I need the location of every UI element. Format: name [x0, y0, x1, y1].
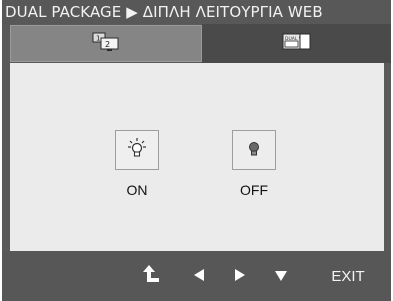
left-button[interactable]	[191, 265, 207, 287]
svg-text:2: 2	[105, 40, 110, 49]
tab-dual-package[interactable]: 1 2	[10, 25, 202, 62]
menu-title-bar: DUAL PACKAGE ▶ ΔΙΠΛΗ ΛΕΙΤΟΥΡΓΙΑ WEB	[2, 0, 391, 24]
option-off-label: OFF	[240, 182, 268, 198]
tab-bar: 1 2 DUAL WEB	[2, 24, 391, 63]
option-on[interactable]: ON	[102, 130, 172, 198]
exit-button[interactable]: EXIT	[328, 265, 368, 287]
option-off[interactable]: OFF	[219, 130, 289, 198]
tab-dual-web[interactable]: DUAL WEB	[202, 24, 391, 63]
button-bar: EXIT	[2, 251, 391, 301]
dual-web-icon: DUAL WEB	[282, 31, 312, 57]
bulb-off-icon	[243, 137, 265, 163]
option-off-box[interactable]	[232, 130, 276, 170]
bulb-on-icon	[126, 137, 148, 163]
return-icon	[143, 264, 161, 288]
dual-monitor-icon: 1 2	[92, 32, 120, 56]
down-button[interactable]	[272, 265, 290, 287]
down-arrow-icon	[274, 267, 288, 286]
return-button[interactable]	[141, 265, 163, 287]
left-arrow-icon	[193, 267, 205, 286]
option-on-box[interactable]	[115, 130, 159, 170]
content-area	[10, 63, 384, 251]
exit-label: EXIT	[331, 267, 365, 285]
right-arrow-icon	[234, 267, 246, 286]
svg-text:1: 1	[96, 34, 100, 42]
right-button[interactable]	[232, 265, 248, 287]
option-on-label: ON	[126, 182, 148, 198]
menu-title: DUAL PACKAGE ▶ ΔΙΠΛΗ ΛΕΙΤΟΥΡΓΙΑ WEB	[5, 3, 323, 21]
